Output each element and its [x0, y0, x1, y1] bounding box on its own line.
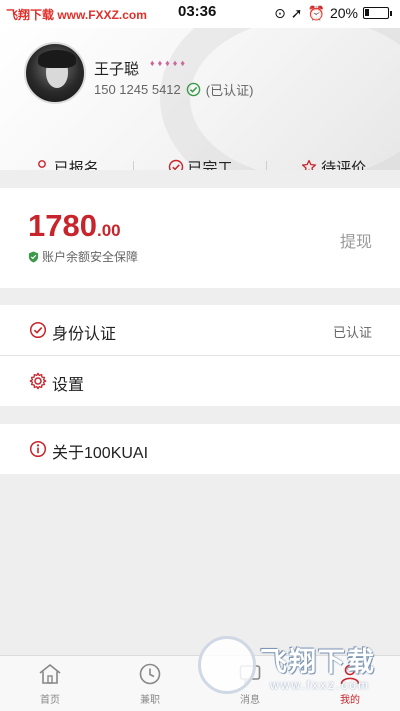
- menu-identity-status: 已认证: [332, 325, 372, 340]
- status-bar: 飞翔下载 www.FXXZ.com 03:36 ⊙ ➚ ⏰ 20%: [0, 0, 400, 28]
- verified-label: (已认证): [205, 83, 254, 98]
- wallet-panel: 1780.00 账户余额安全保障 提现: [0, 188, 400, 288]
- menu-about-label: 关于100KUAI: [52, 445, 149, 462]
- tabbar-parttime[interactable]: 兼职: [100, 656, 200, 711]
- user-icon: [37, 160, 46, 170]
- info-icon: [29, 440, 47, 458]
- balance-note-text: 账户余额安全保障: [42, 250, 139, 264]
- user-name: 王子聪: [94, 61, 140, 78]
- status-icons: ⊙ ➚ ⏰ 20%: [274, 4, 392, 22]
- watermark-logo-icon: [198, 636, 256, 694]
- watermark-title: 飞翔下载: [260, 647, 376, 677]
- battery-icon: [363, 7, 389, 19]
- check-circle-icon: [168, 159, 183, 170]
- home-icon: [39, 663, 61, 684]
- balance-decimal: .00: [96, 221, 121, 240]
- tab-pending-review-label: 待评价: [321, 159, 367, 171]
- tabbar-home[interactable]: 首页: [0, 656, 100, 711]
- balance-note: 账户余额安全保障: [28, 248, 138, 265]
- order-status-tabs: 已报名 已完工 待评价: [0, 153, 400, 170]
- menu-settings[interactable]: 设置: [0, 356, 400, 406]
- watermark-url: www.fxxz.com: [270, 678, 371, 692]
- menu-identity-label: 身份认证: [52, 326, 117, 343]
- tab-completed[interactable]: 已完工: [134, 157, 267, 171]
- tab-registered-label: 已报名: [53, 159, 99, 171]
- withdraw-button[interactable]: 提现: [340, 228, 372, 252]
- check-circle-icon: [29, 321, 47, 339]
- verified-icon: [186, 82, 201, 97]
- user-phone: 150 1245 5412: [94, 82, 181, 97]
- rank-diamonds-icon: ♦♦♦♦♦: [150, 58, 188, 68]
- menu-about[interactable]: 关于100KUAI: [0, 424, 400, 474]
- battery-percent: 20%: [329, 5, 358, 21]
- watermark-overlay: 飞翔下载 www.fxxz.com: [190, 632, 400, 708]
- gear-icon: [29, 372, 47, 390]
- balance-integer: 1780: [28, 208, 97, 243]
- user-phone-row: 150 1245 5412 (已认证): [94, 80, 253, 99]
- tabbar-parttime-label: 兼职: [140, 695, 160, 706]
- avatar[interactable]: [24, 42, 86, 104]
- clock-icon: [139, 663, 161, 685]
- menu-identity-verification[interactable]: 身份认证 已认证: [0, 305, 400, 355]
- location-icon: ➚: [290, 4, 303, 21]
- profile-header: 王子聪 ♦♦♦♦♦ 150 1245 5412 (已认证) 已报名 已完工 待评…: [0, 28, 400, 170]
- tabbar-home-label: 首页: [40, 695, 60, 706]
- balance-amount: 1780.00: [28, 208, 121, 244]
- watermark-text: 飞翔下载 www.FXXZ.com: [6, 8, 147, 22]
- tab-registered[interactable]: 已报名: [0, 157, 133, 171]
- alarm-icon: ⏰: [307, 4, 325, 21]
- menu-settings-label: 设置: [52, 377, 85, 394]
- shield-icon: [28, 251, 39, 262]
- rotation-lock-icon: ⊙: [274, 4, 286, 21]
- tab-pending-review[interactable]: 待评价: [267, 157, 400, 171]
- star-icon: [302, 159, 317, 170]
- tab-completed-label: 已完工: [187, 159, 233, 171]
- status-time: 03:36: [178, 3, 217, 20]
